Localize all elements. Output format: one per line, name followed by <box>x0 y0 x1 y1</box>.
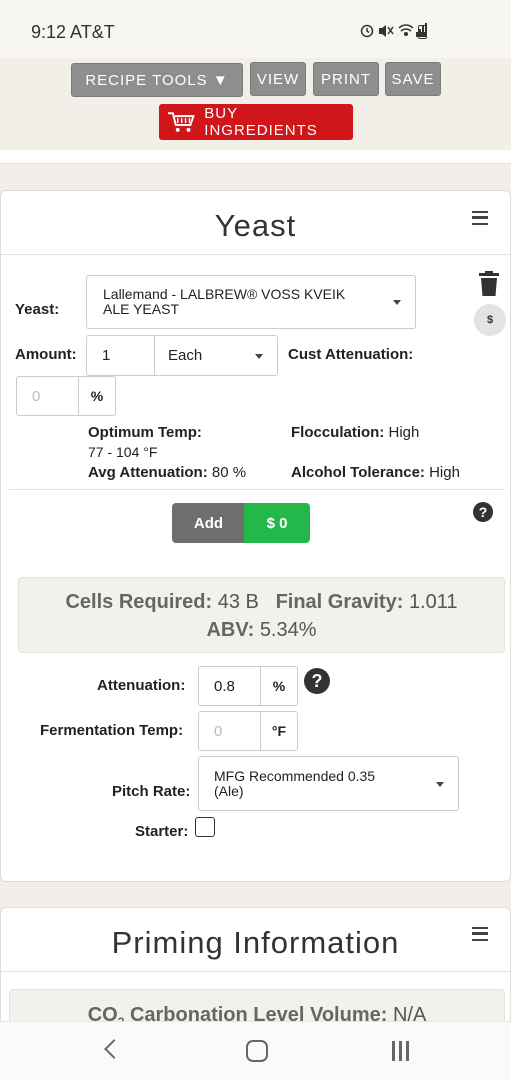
cells-required-value: 43 B <box>217 591 259 613</box>
mute-icon <box>379 25 394 37</box>
amount-unit-value: Each <box>168 347 203 364</box>
divider <box>1 254 510 255</box>
view-button[interactable]: VIEW <box>250 62 306 96</box>
help-icon[interactable]: ? <box>473 502 493 522</box>
chevron-down-icon <box>393 300 401 305</box>
avg-attenuation: Avg Attenuation: 80 % <box>88 464 246 481</box>
battery-icon <box>418 25 427 39</box>
starter-checkbox[interactable] <box>195 817 215 837</box>
fermentation-temp-label: Fermentation Temp: <box>40 722 184 739</box>
avg-attenuation-label: Avg Attenuation: <box>88 464 208 481</box>
price-icon[interactable]: $ <box>474 304 506 336</box>
amount-label: Amount: <box>15 346 77 363</box>
summary-line2: ABV: 5.34% <box>19 619 504 642</box>
chevron-down-icon <box>255 353 263 359</box>
chevron-down-icon <box>436 781 444 787</box>
pitch-rate-select[interactable]: MFG Recommended 0.35 (Ale) <box>198 756 459 811</box>
final-gravity-value: 1.011 <box>408 591 458 613</box>
status-time: 9:12 AT&T <box>31 22 115 42</box>
status-bar: 9:12 AT&T <box>0 0 511 58</box>
priming-title: Priming Information <box>111 925 400 960</box>
help-icon[interactable]: ? <box>304 668 330 694</box>
buy-ingredients-label: BUY INGREDIENTS <box>204 105 318 139</box>
starter-label: Starter: <box>135 823 189 840</box>
wifi-icon <box>398 24 414 37</box>
fermentation-temp-input[interactable]: 0 <box>198 711 261 751</box>
buy-ingredients-button[interactable]: BUY INGREDIENTS <box>159 104 353 140</box>
yeast-summary: Cells Required: 43 B Final Gravity: 1.01… <box>18 577 505 653</box>
optimum-temp-value: 77 - 104 °F <box>88 444 158 460</box>
yeast-select[interactable]: Lallemand - LALBREW® VOSS KVEIK ALE YEAS… <box>86 275 416 329</box>
print-button[interactable]: PRINT <box>313 62 379 96</box>
alcohol-tolerance-label: Alcohol Tolerance: <box>291 464 425 481</box>
alcohol-tolerance-value: High <box>429 464 460 481</box>
alarm-icon <box>360 24 374 38</box>
previous-card-bottom <box>0 150 511 164</box>
final-gravity-label: Final Gravity: <box>275 591 404 613</box>
add-yeast-button[interactable]: Add <box>172 503 245 543</box>
abv-value: 5.34% <box>259 619 317 641</box>
divider <box>9 489 505 490</box>
recent-apps-icon[interactable] <box>390 1041 412 1061</box>
cust-attenuation-label: Cust Attenuation: <box>288 346 414 363</box>
cost-button[interactable]: $ 0 <box>244 503 310 543</box>
attenuation-label: Attenuation: <box>97 677 186 694</box>
divider <box>1 971 510 972</box>
flocculation-label: Flocculation: <box>291 424 385 441</box>
yeast-label: Yeast: <box>15 301 60 318</box>
flocculation-value: High <box>388 424 420 441</box>
pitch-rate-line2: (Ale) <box>214 782 244 799</box>
flocculation: Flocculation: High <box>291 424 419 441</box>
pitch-rate-label: Pitch Rate: <box>112 783 191 800</box>
pitch-rate-line1: MFG Recommended 0.35 <box>214 767 376 784</box>
system-nav-bar <box>0 1021 511 1080</box>
save-button[interactable]: SAVE <box>385 62 441 96</box>
amount-input[interactable]: 1 <box>86 335 155 376</box>
amount-unit-select[interactable]: Each <box>154 335 278 376</box>
priming-menu-icon[interactable] <box>472 927 488 941</box>
fermentation-temp-unit: °F <box>260 711 298 751</box>
percent-addon: % <box>78 376 116 416</box>
optimum-temp-label: Optimum Temp: <box>88 424 202 441</box>
yeast-select-line2: ALE YEAST <box>103 301 180 317</box>
back-icon[interactable] <box>104 1039 124 1059</box>
cart-icon <box>167 112 195 132</box>
attenuation-input[interactable]: 0.8 <box>198 666 261 706</box>
yeast-menu-icon[interactable] <box>472 211 488 225</box>
summary-line1: Cells Required: 43 B Final Gravity: 1.01… <box>19 591 504 614</box>
optimum-temp: Optimum Temp: <box>88 424 202 441</box>
abv-label: ABV: <box>206 619 255 641</box>
trash-icon[interactable] <box>477 271 501 297</box>
alcohol-tolerance: Alcohol Tolerance: High <box>291 464 460 481</box>
yeast-select-line1: Lallemand - LALBREW® VOSS KVEIK <box>103 286 346 302</box>
cust-attenuation-input[interactable]: 0 <box>16 376 79 416</box>
yeast-card: Yeast Yeast: Lallemand - LALBREW® VOSS K… <box>0 190 511 882</box>
recipe-toolbar: RECIPE TOOLS ▼ VIEW PRINT SAVE BUY INGRE… <box>0 58 511 150</box>
avg-attenuation-value: 80 % <box>211 464 247 481</box>
yeast-title: Yeast <box>214 208 297 243</box>
attenuation-percent-addon: % <box>260 666 298 706</box>
recipe-tools-button[interactable]: RECIPE TOOLS ▼ <box>71 63 243 97</box>
home-icon[interactable] <box>246 1040 268 1062</box>
cells-required-label: Cells Required: <box>65 591 213 613</box>
